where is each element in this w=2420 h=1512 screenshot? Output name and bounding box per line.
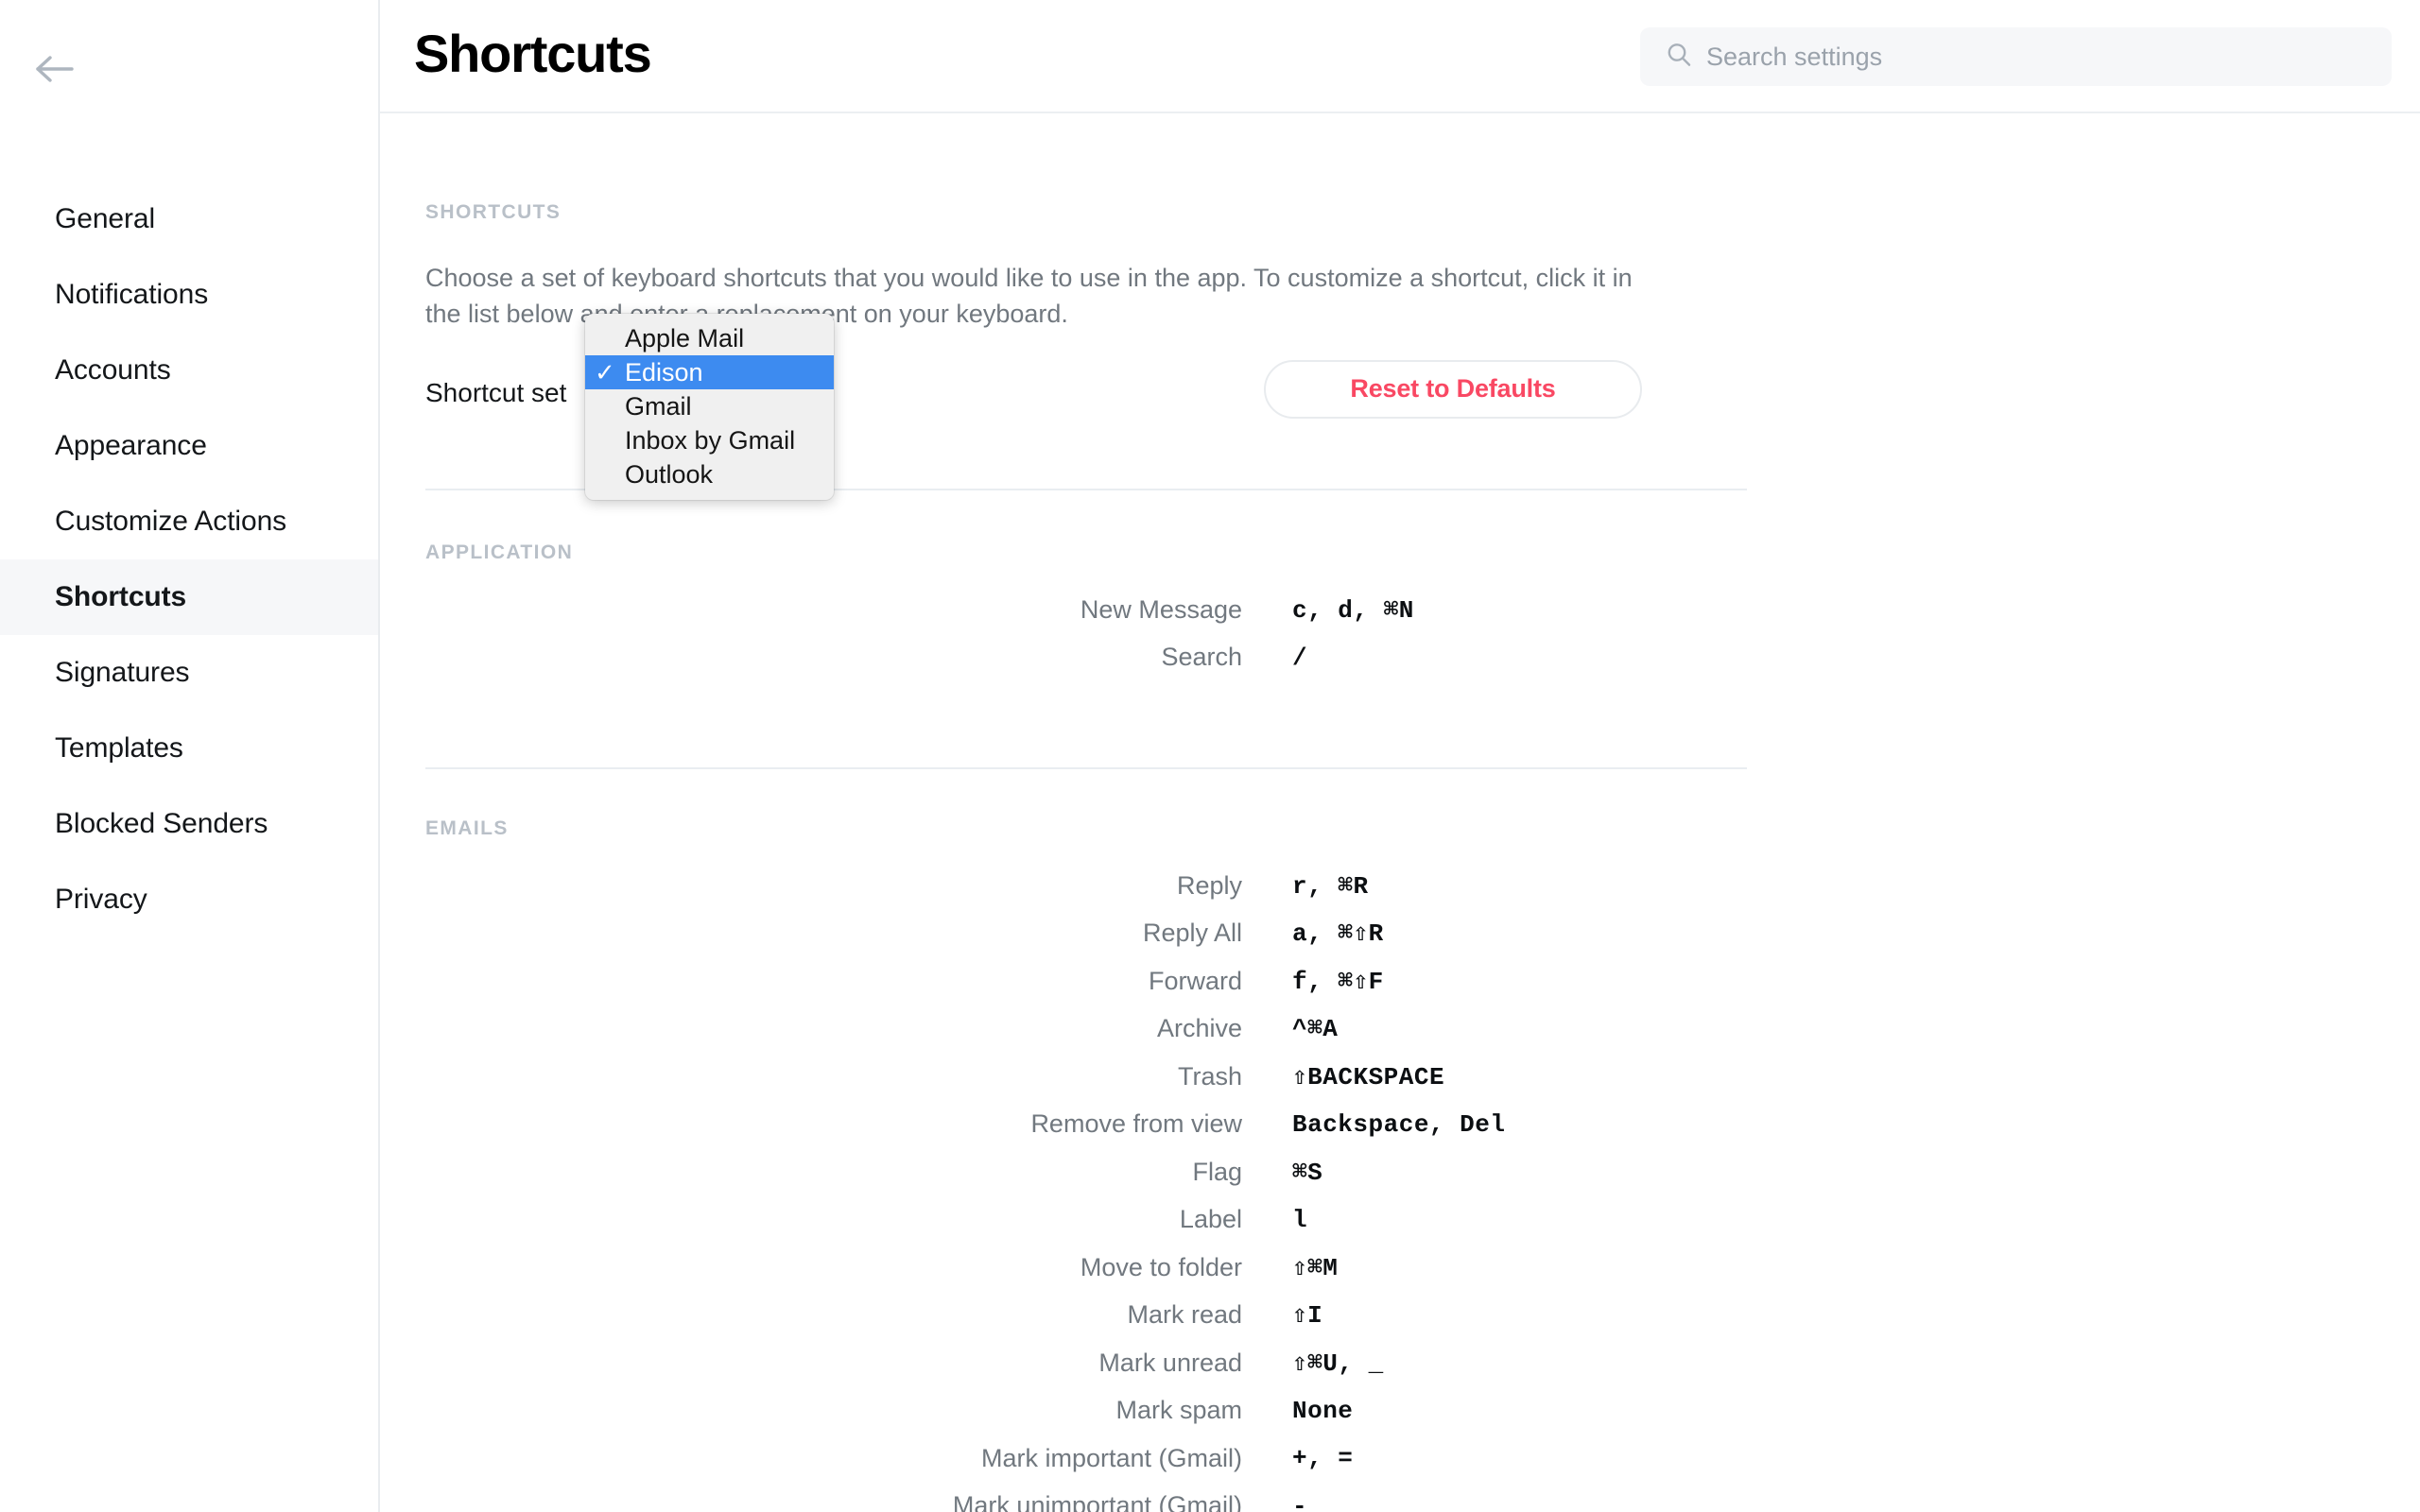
sidebar-item-label: Privacy bbox=[55, 884, 147, 915]
search-input[interactable] bbox=[1706, 42, 2368, 72]
emails-section-label: EMAILS bbox=[425, 817, 509, 839]
sidebar-item-customize-actions[interactable]: Customize Actions bbox=[0, 484, 378, 559]
application-section-label: APPLICATION bbox=[425, 541, 574, 563]
emails-shortcut-list: Reply r, ⌘R Reply All a, ⌘⇧R Forward f, ⌘⇧F Ar… bbox=[380, 862, 1505, 1512]
sidebar-item-general[interactable]: General bbox=[0, 181, 378, 257]
dropdown-option-outlook[interactable]: Outlook bbox=[585, 457, 834, 491]
settings-sidebar: General Notifications Accounts Appearance Cu… bbox=[0, 0, 380, 1512]
sidebar-item-privacy[interactable]: Privacy bbox=[0, 862, 378, 937]
shortcut-row[interactable]: New Message c, d, ⌘N bbox=[380, 586, 1414, 634]
search-settings-box[interactable] bbox=[1640, 27, 2392, 86]
sidebar-item-label: Appearance bbox=[55, 430, 207, 461]
reset-to-defaults-button[interactable]: Reset to Defaults bbox=[1264, 359, 1642, 419]
dropdown-option-label: Outlook bbox=[625, 459, 714, 489]
shortcut-keys[interactable]: l bbox=[1292, 1206, 1307, 1234]
shortcut-keys[interactable]: None bbox=[1292, 1397, 1353, 1425]
shortcut-row[interactable]: Reply r, ⌘R bbox=[380, 862, 1505, 910]
shortcut-name: Trash bbox=[1177, 1061, 1242, 1091]
checkmark-icon: ✓ bbox=[595, 358, 615, 387]
shortcut-name: Label bbox=[1179, 1205, 1242, 1234]
shortcut-row[interactable]: Remove from view Backspace, Del bbox=[380, 1101, 1505, 1149]
dropdown-option-gmail[interactable]: Gmail bbox=[585, 389, 834, 423]
shortcut-name: Reply All bbox=[1142, 919, 1242, 948]
settings-main: Shortcuts SHORTCUTS Choose a set of keyb… bbox=[380, 0, 2420, 1512]
shortcut-row[interactable]: Mark important (Gmail) +, = bbox=[380, 1435, 1505, 1483]
shortcut-row[interactable]: Forward f, ⌘⇧F bbox=[380, 957, 1505, 1005]
page-header: Shortcuts bbox=[380, 0, 2420, 113]
sidebar-item-label: Accounts bbox=[55, 354, 171, 386]
shortcut-name: Move to folder bbox=[1080, 1252, 1242, 1281]
settings-window: General Notifications Accounts Appearance Cu… bbox=[0, 0, 2420, 1512]
sidebar-item-shortcuts[interactable]: Shortcuts bbox=[0, 559, 378, 635]
shortcut-name: Archive bbox=[1156, 1014, 1242, 1043]
shortcut-row[interactable]: Trash ⇧BACKSPACE bbox=[380, 1053, 1505, 1101]
shortcut-keys[interactable]: ⌘S bbox=[1292, 1158, 1322, 1187]
back-button[interactable] bbox=[34, 40, 93, 98]
shortcut-row[interactable]: Search / bbox=[380, 634, 1414, 682]
shortcuts-section-label: SHORTCUTS bbox=[425, 201, 562, 223]
dropdown-option-label: Inbox by Gmail bbox=[625, 425, 796, 455]
shortcut-row[interactable]: Archive ^⌘A bbox=[380, 1005, 1505, 1054]
shortcut-keys[interactable]: ^⌘A bbox=[1292, 1014, 1338, 1043]
dropdown-option-edison[interactable]: ✓ Edison bbox=[585, 355, 834, 389]
shortcut-keys[interactable]: c, d, ⌘N bbox=[1292, 595, 1414, 625]
shortcut-set-dropdown-menu[interactable]: Apple Mail ✓ Edison Gmail Inbox by Gmail Outl… bbox=[585, 314, 834, 500]
dropdown-option-apple-mail[interactable]: Apple Mail bbox=[585, 321, 834, 355]
sidebar-item-notifications[interactable]: Notifications bbox=[0, 257, 378, 333]
shortcut-keys[interactable]: / bbox=[1292, 644, 1307, 672]
sidebar-item-label: Blocked Senders bbox=[55, 808, 268, 839]
shortcut-row[interactable]: Mark unread ⇧⌘U, _ bbox=[380, 1339, 1505, 1387]
sidebar-item-label: General bbox=[55, 203, 156, 234]
shortcut-row[interactable]: Label l bbox=[380, 1196, 1505, 1245]
sidebar-item-label: Customize Actions bbox=[55, 506, 287, 537]
sidebar-item-label: Notifications bbox=[55, 279, 209, 310]
shortcut-keys[interactable]: +, = bbox=[1292, 1444, 1353, 1472]
sidebar-nav-list: General Notifications Accounts Appearance Cu… bbox=[0, 181, 378, 937]
shortcut-name: New Message bbox=[1080, 594, 1242, 624]
shortcut-keys[interactable]: - bbox=[1292, 1492, 1307, 1512]
shortcut-row[interactable]: Mark unimportant (Gmail) - bbox=[380, 1483, 1505, 1512]
shortcut-keys[interactable]: ⇧BACKSPACE bbox=[1292, 1062, 1444, 1091]
shortcut-row[interactable]: Mark read ⇧I bbox=[380, 1292, 1505, 1340]
dropdown-option-label: Apple Mail bbox=[625, 323, 745, 352]
sidebar-item-appearance[interactable]: Appearance bbox=[0, 408, 378, 484]
shortcut-keys[interactable]: a, ⌘⇧R bbox=[1292, 919, 1384, 948]
sidebar-item-label: Templates bbox=[55, 732, 183, 764]
dropdown-option-inbox-by-gmail[interactable]: Inbox by Gmail bbox=[585, 423, 834, 457]
sidebar-item-signatures[interactable]: Signatures bbox=[0, 635, 378, 711]
shortcut-row[interactable]: Flag ⌘S bbox=[380, 1148, 1505, 1196]
application-shortcut-list: New Message c, d, ⌘N Search / bbox=[380, 586, 1414, 681]
shortcut-set-label: Shortcut set bbox=[425, 377, 567, 407]
shortcut-name: Mark read bbox=[1127, 1300, 1242, 1330]
shortcut-name: Mark spam bbox=[1115, 1396, 1242, 1425]
shortcut-keys[interactable]: ⇧⌘M bbox=[1292, 1253, 1338, 1282]
sidebar-item-templates[interactable]: Templates bbox=[0, 711, 378, 786]
shortcut-name: Flag bbox=[1192, 1157, 1242, 1186]
shortcut-keys[interactable]: Backspace, Del bbox=[1292, 1110, 1505, 1139]
shortcut-name: Reply bbox=[1176, 870, 1242, 900]
shortcut-keys[interactable]: r, ⌘R bbox=[1292, 871, 1369, 901]
section-divider-2 bbox=[425, 767, 1747, 769]
search-icon bbox=[1665, 41, 1693, 74]
sidebar-item-accounts[interactable]: Accounts bbox=[0, 333, 378, 408]
shortcut-keys[interactable]: f, ⌘⇧F bbox=[1292, 967, 1384, 996]
dropdown-option-label: Gmail bbox=[625, 391, 692, 421]
page-title: Shortcuts bbox=[414, 24, 652, 83]
sidebar-item-blocked-senders[interactable]: Blocked Senders bbox=[0, 786, 378, 862]
dropdown-option-label: Edison bbox=[625, 357, 703, 387]
shortcut-row[interactable]: Mark spam None bbox=[380, 1387, 1505, 1435]
sidebar-item-label: Shortcuts bbox=[55, 581, 187, 612]
shortcut-row[interactable]: Move to folder ⇧⌘M bbox=[380, 1244, 1505, 1292]
shortcut-keys[interactable]: ⇧I bbox=[1292, 1300, 1322, 1330]
arrow-left-icon bbox=[34, 53, 76, 85]
shortcut-keys[interactable]: ⇧⌘U, _ bbox=[1292, 1349, 1384, 1378]
shortcut-row[interactable]: Reply All a, ⌘⇧R bbox=[380, 910, 1505, 958]
sidebar-item-label: Signatures bbox=[55, 657, 190, 688]
shortcut-name: Remove from view bbox=[1030, 1109, 1242, 1139]
shortcut-name: Mark unread bbox=[1098, 1348, 1242, 1377]
shortcut-name: Mark important (Gmail) bbox=[980, 1443, 1242, 1472]
shortcut-name: Forward bbox=[1148, 966, 1242, 995]
shortcut-name: Mark unimportant (Gmail) bbox=[952, 1491, 1242, 1512]
shortcut-name: Search bbox=[1161, 643, 1242, 672]
